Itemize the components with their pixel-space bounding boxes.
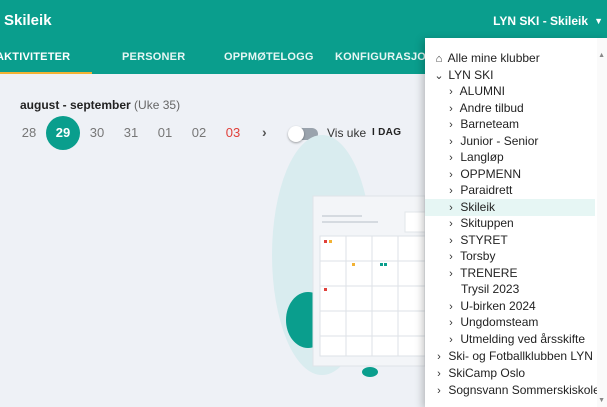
chevron-right-icon: ›	[437, 385, 441, 397]
tab-konfigurasjon[interactable]: KONFIGURASJON	[335, 51, 434, 63]
week-view-toggle[interactable]	[288, 126, 318, 142]
next-week-chevron-icon[interactable]: ›	[262, 124, 267, 140]
day-29-selected[interactable]: 29	[46, 116, 80, 150]
chevron-right-icon: ›	[449, 334, 453, 346]
dropdown-item-skituppen[interactable]: › Skituppen	[425, 215, 595, 232]
tab-oppmotelogg[interactable]: OPPMØTELOGG	[224, 51, 314, 63]
club-selector-label: LYN SKI - Skileik	[493, 14, 589, 28]
app-bar: Skileik LYN SKI - Skileik ▼	[0, 0, 607, 40]
club-dropdown-menu: ⌂ Alle mine klubber ⌄ LYN SKI › ALUMNI ›…	[425, 38, 607, 407]
chevron-right-icon: ›	[449, 185, 453, 197]
chevron-right-icon: ›	[449, 251, 453, 263]
week-view-toggle-label: Vis uke	[327, 126, 367, 140]
chevron-right-icon: ›	[437, 351, 441, 363]
dropdown-item-ski-og-fotballklubben-lyn[interactable]: › Ski- og Fotballklubben LYN	[425, 348, 595, 365]
day-31[interactable]: 31	[114, 116, 148, 150]
dropdown-item-sognsvann-sommerskiskole[interactable]: › Sognsvann Sommerskiskole	[425, 382, 600, 399]
chevron-right-icon: ›	[449, 119, 453, 131]
day-28[interactable]: 28	[12, 116, 46, 150]
dropdown-item-styret[interactable]: › STYRET	[425, 232, 595, 249]
today-button[interactable]: I DAG	[372, 127, 401, 138]
app-title: Skileik	[4, 12, 52, 29]
tab-personer[interactable]: PERSONER	[122, 51, 185, 63]
home-icon: ⌂	[435, 53, 443, 65]
day-02[interactable]: 02	[182, 116, 216, 150]
dropdown-item-ungdomsteam[interactable]: › Ungdomsteam	[425, 314, 595, 331]
dropdown-item-trysil-2023[interactable]: Trysil 2023	[425, 281, 595, 298]
dropdown-scrollbar[interactable]	[597, 38, 607, 407]
caret-down-icon: ▼	[594, 16, 603, 26]
chevron-right-icon: ›	[437, 368, 441, 380]
dropdown-item-oppmenn[interactable]: › OPPMENN	[425, 166, 595, 183]
dropdown-item-torsby[interactable]: › Torsby	[425, 248, 595, 265]
chevron-right-icon: ›	[449, 218, 453, 230]
chevron-right-icon: ›	[449, 86, 453, 98]
chevron-right-icon: ›	[449, 317, 453, 329]
day-01[interactable]: 01	[148, 116, 182, 150]
dropdown-item-skicamp-oslo[interactable]: › SkiCamp Oslo	[425, 365, 595, 382]
period-label: august - september	[20, 98, 131, 112]
dropdown-item-junior-senior[interactable]: › Junior - Senior	[425, 133, 595, 150]
toggle-knob	[288, 126, 304, 142]
dropdown-item-paraidrett[interactable]: › Paraidrett	[425, 182, 595, 199]
period-heading: august - september (Uke 35)	[20, 98, 180, 112]
dropdown-item-lyn-ski[interactable]: ⌄ LYN SKI	[425, 67, 595, 84]
chevron-right-icon: ›	[449, 152, 453, 164]
dropdown-item-utmelding-ved-arsskifte[interactable]: › Utmelding ved årsskifte	[425, 331, 595, 348]
week-label: (Uke 35)	[134, 98, 181, 112]
dropdown-item-alumni[interactable]: › ALUMNI	[425, 83, 595, 100]
dropdown-item-trenere[interactable]: › TRENERE	[425, 265, 595, 282]
scroll-down-arrow-icon[interactable]: ▼	[598, 397, 605, 404]
dropdown-item-skileik[interactable]: › Skileik	[425, 199, 595, 216]
scroll-up-arrow-icon[interactable]: ▲	[598, 52, 605, 59]
dropdown-item-u-birken-2024[interactable]: › U-birken 2024	[425, 298, 595, 315]
dropdown-item-andre-tilbud[interactable]: › Andre tilbud	[425, 100, 595, 117]
club-selector[interactable]: LYN SKI - Skileik ▼	[493, 14, 603, 28]
day-30[interactable]: 30	[80, 116, 114, 150]
dropdown-item-barneteam[interactable]: › Barneteam	[425, 116, 595, 133]
dropdown-item-alle-mine-klubber[interactable]: ⌂ Alle mine klubber	[425, 50, 595, 67]
tab-aktiviteter[interactable]: AKTIVITETER	[0, 51, 70, 63]
active-tab-indicator	[0, 72, 92, 74]
dropdown-item-langlop[interactable]: › Langløp	[425, 149, 595, 166]
day-03-sunday[interactable]: 03	[216, 116, 250, 150]
